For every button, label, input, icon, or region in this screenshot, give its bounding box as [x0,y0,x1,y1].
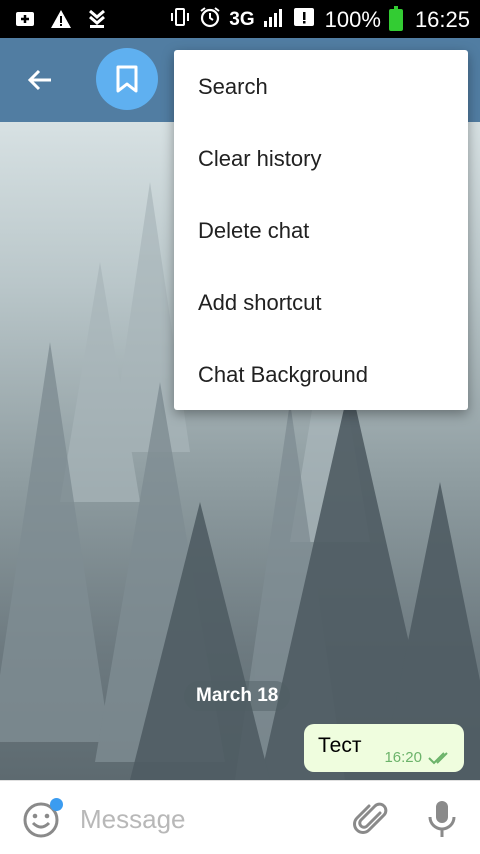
outgoing-message[interactable]: Тест 16:20 [304,724,464,772]
attach-button[interactable] [352,799,392,839]
menu-item-search[interactable]: Search [174,50,468,122]
notification-icons [14,8,108,30]
menu-item-delete-chat[interactable]: Delete chat [174,194,468,266]
emoji-notification-dot [50,798,63,811]
voice-button[interactable] [424,799,460,839]
vibrate-icon [169,6,191,34]
bookmark-icon [116,65,138,93]
microphone-icon [428,801,456,837]
warning-icon [50,8,72,30]
signal-icon [263,6,285,34]
battery-icon [388,6,403,31]
arrow-left-icon [27,69,51,91]
alarm-icon [199,6,221,34]
status-bar: 3G 100% 16:25 [0,0,480,38]
network-type: 3G [229,9,255,30]
system-status: 3G 100% 16:25 [169,6,470,34]
date-separator: March 18 [184,681,291,711]
overflow-menu: Search Clear history Delete chat Add sho… [174,50,468,410]
download-icon [86,8,108,30]
double-check-icon [428,751,448,764]
add-notification-icon [14,8,36,30]
clock: 16:25 [414,7,470,32]
message-composer [0,780,480,854]
message-time: 16:20 [384,749,422,766]
emoji-button[interactable] [22,798,63,839]
chat-avatar[interactable] [96,48,158,110]
menu-item-add-shortcut[interactable]: Add shortcut [174,266,468,338]
menu-item-chat-background[interactable]: Chat Background [174,338,468,410]
message-input[interactable] [78,799,332,839]
sim-alert-icon [293,6,317,34]
back-button[interactable] [18,60,62,100]
message-text: Тест [318,734,362,757]
menu-item-clear-history[interactable]: Clear history [174,122,468,194]
message-meta: 16:20 [384,749,454,766]
battery-percent: 100% [324,7,381,32]
paperclip-icon [353,802,388,834]
